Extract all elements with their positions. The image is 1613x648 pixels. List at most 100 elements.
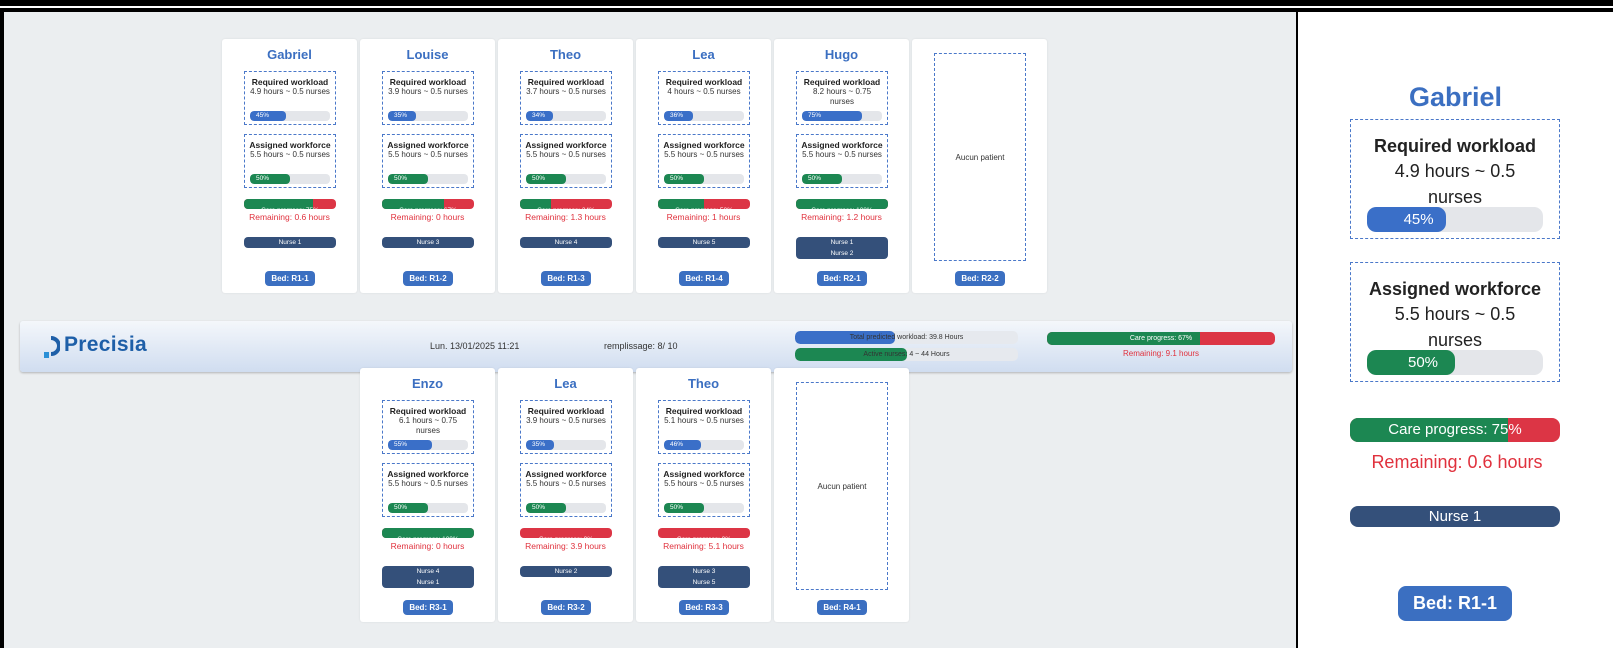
care-progress-bar: Care progress: 67% — [382, 199, 474, 209]
required-workload-fill: 55% — [388, 440, 432, 450]
bed-card[interactable]: Gabriel Required workload 4.9 hours ~ 0.5 … — [222, 39, 357, 293]
bed-button[interactable]: Bed: R3-3 — [679, 600, 729, 615]
care-progress-label: Care progress: 100% — [397, 536, 458, 538]
required-workload-fill: 34% — [526, 111, 554, 121]
required-workload-text: 3.7 hours ~ 0.5 nurses — [526, 87, 606, 96]
overall-care-progress-bar: Care progress: 67% — [1047, 332, 1275, 345]
remaining-hours: Remaining: 0 hours — [390, 541, 465, 551]
assigned-workforce-box: Assigned workforce 5.5 hours ~ 0.5 nurses… — [244, 134, 336, 188]
bed-card[interactable]: Theo Required workload 5.1 hours ~ 0.5 nur… — [636, 368, 771, 622]
required-workload-text: 5.1 hours ~ 0.5 nurses — [664, 416, 744, 425]
bed-button[interactable]: Bed: R3-2 — [541, 600, 591, 615]
nurse-badge[interactable]: Nurse 4 — [520, 237, 612, 248]
nurse-badge[interactable]: Nurse 2 — [520, 566, 612, 577]
required-workload-fill: 35% — [526, 440, 554, 450]
assigned-workforce-box: Assigned workforce 5.5 hours ~ 0.5 nurses… — [796, 134, 888, 188]
bed-card[interactable]: Hugo Required workload 8.2 hours ~ 0.75 nu… — [774, 39, 909, 293]
nurse-name: Nurse 2 — [830, 250, 854, 257]
assigned-workforce-fill: 50% — [250, 174, 290, 184]
nurse-name: Nurse 4 — [416, 568, 440, 575]
logo-text: Precisia — [64, 333, 147, 356]
nurse-name: Nurse 4 — [554, 239, 578, 246]
required-workload-bar: 35% — [388, 111, 468, 121]
care-progress-bar: Care progress: 34% — [520, 199, 612, 209]
nurse-name: Nurse 3 — [692, 568, 716, 575]
required-workload-text: 4 hours ~ 0.5 nurses — [667, 87, 741, 96]
occupancy-label: remplissage: 8/ 10 — [604, 341, 678, 351]
detail-required-workload-box: Required workload 4.9 hours ~ 0.5 nurses… — [1350, 119, 1560, 239]
bed-card[interactable]: Enzo Required workload 6.1 hours ~ 0.75 nu… — [360, 368, 495, 622]
remaining-hours: Remaining: 3.9 hours — [525, 541, 606, 551]
nurse-badge[interactable]: Nurse 3 — [382, 237, 474, 248]
bed-button[interactable]: Bed: R1-4 — [679, 271, 729, 286]
active-nurses-bar: Active nurses: 4 ~ 44 Hours — [795, 348, 1018, 361]
detail-bed-button[interactable]: Bed: R1-1 — [1398, 586, 1512, 621]
required-workload-bar: 35% — [526, 440, 606, 450]
bed-card[interactable]: Louise Required workload 3.9 hours ~ 0.5 n… — [360, 39, 495, 293]
bed-card[interactable]: Aucun patient Bed: R2-2 — [912, 39, 1047, 293]
required-workload-bar: 46% — [664, 440, 744, 450]
bed-card[interactable]: Lea Required workload 4 hours ~ 0.5 nurses… — [636, 39, 771, 293]
nurse-name: Nurse 3 — [416, 239, 440, 246]
detail-required-text: 4.9 hours ~ 0.5 nurses — [1394, 161, 1516, 207]
empty-bed-label: Aucun patient — [817, 482, 867, 491]
nurse-badge[interactable]: Nurse 5 — [658, 237, 750, 248]
empty-bed-label: Aucun patient — [955, 153, 1005, 162]
bed-card[interactable]: Lea Required workload 3.9 hours ~ 0.5 nurs… — [498, 368, 633, 622]
assigned-workforce-text: 5.5 hours ~ 0.5 nurses — [802, 150, 882, 159]
bed-button[interactable]: Bed: R3-1 — [403, 600, 453, 615]
detail-care-progress-bar: Care progress: 75% — [1350, 418, 1560, 442]
assigned-workforce-box: Assigned workforce 5.5 hours ~ 0.5 nurses… — [382, 134, 474, 188]
care-progress-bar: Care progress: 100% — [796, 199, 888, 209]
bed-button[interactable]: Bed: R4-1 — [817, 600, 867, 615]
nurse-badge[interactable]: Nurse 1 — [244, 237, 336, 248]
nurse-badge[interactable]: Nurse 3 Nurse 5 — [658, 566, 750, 588]
assigned-workforce-bar: 50% — [526, 503, 606, 513]
care-progress-bar: Care progress: 0% — [658, 528, 750, 538]
assigned-workforce-title: Assigned workforce — [387, 140, 469, 150]
care-progress-bar: Care progress: 50% — [658, 199, 750, 209]
bed-button[interactable]: Bed: R1-3 — [541, 271, 591, 286]
remaining-hours: Remaining: 1.3 hours — [525, 212, 606, 222]
required-workload-text: 3.9 hours ~ 0.5 nurses — [526, 416, 606, 425]
care-progress-bar: Care progress: 75% — [244, 199, 336, 209]
care-progress-label: Care progress: 67% — [399, 207, 457, 209]
patient-name: Theo — [687, 376, 720, 391]
detail-care-progress-label: Care progress: 75% — [1388, 421, 1522, 438]
bed-button[interactable]: Bed: R2-2 — [955, 271, 1005, 286]
required-workload-title: Required workload — [803, 77, 881, 87]
care-progress-label: Care progress: 0% — [677, 536, 731, 538]
assigned-workforce-bar: 50% — [664, 174, 744, 184]
nurse-badge[interactable]: Nurse 1 Nurse 2 — [796, 237, 888, 259]
patient-name: Lea — [692, 47, 715, 62]
nurse-badge[interactable]: Nurse 4 Nurse 1 — [382, 566, 474, 588]
nurse-name: Nurse 2 — [554, 568, 578, 575]
required-workload-bar: 75% — [802, 111, 882, 121]
bed-button[interactable]: Bed: R2-1 — [817, 271, 867, 286]
nurse-name: Nurse 1 — [416, 579, 440, 586]
bed-card[interactable]: Aucun patient Bed: R4-1 — [774, 368, 909, 622]
assigned-workforce-box: Assigned workforce 5.5 hours ~ 0.5 nurses… — [382, 463, 474, 517]
assigned-workforce-fill: 50% — [526, 503, 566, 513]
detail-assigned-fill: 50% — [1367, 350, 1455, 375]
bed-card[interactable]: Theo Required workload 3.7 hours ~ 0.5 nur… — [498, 39, 633, 293]
empty-bed-placeholder: Aucun patient — [934, 53, 1026, 261]
required-workload-title: Required workload — [527, 406, 605, 416]
detail-patient-name: Gabriel — [1408, 82, 1503, 112]
required-workload-box: Required workload 4.9 hours ~ 0.5 nurses 4… — [244, 71, 336, 125]
bed-button[interactable]: Bed: R1-2 — [403, 271, 453, 286]
patient-name: Louise — [406, 47, 449, 62]
required-workload-box: Required workload 4 hours ~ 0.5 nurses 36% — [658, 71, 750, 125]
care-progress-label: Care progress: 34% — [537, 207, 595, 209]
required-workload-fill: 36% — [664, 111, 693, 121]
assigned-workforce-fill: 50% — [664, 174, 704, 184]
ward-dashboard: Gabriel Required workload 4.9 hours ~ 0.5 … — [4, 12, 1296, 648]
assigned-workforce-title: Assigned workforce — [525, 469, 607, 479]
remaining-hours: Remaining: 0.6 hours — [249, 212, 330, 222]
remaining-hours: Remaining: 1.2 hours — [801, 212, 882, 222]
bed-button[interactable]: Bed: R1-1 — [265, 271, 315, 286]
assigned-workforce-bar: 50% — [250, 174, 330, 184]
required-workload-title: Required workload — [389, 406, 467, 416]
assigned-workforce-text: 5.5 hours ~ 0.5 nurses — [526, 479, 606, 488]
detail-nurse-badge[interactable]: Nurse 1 — [1350, 506, 1560, 527]
